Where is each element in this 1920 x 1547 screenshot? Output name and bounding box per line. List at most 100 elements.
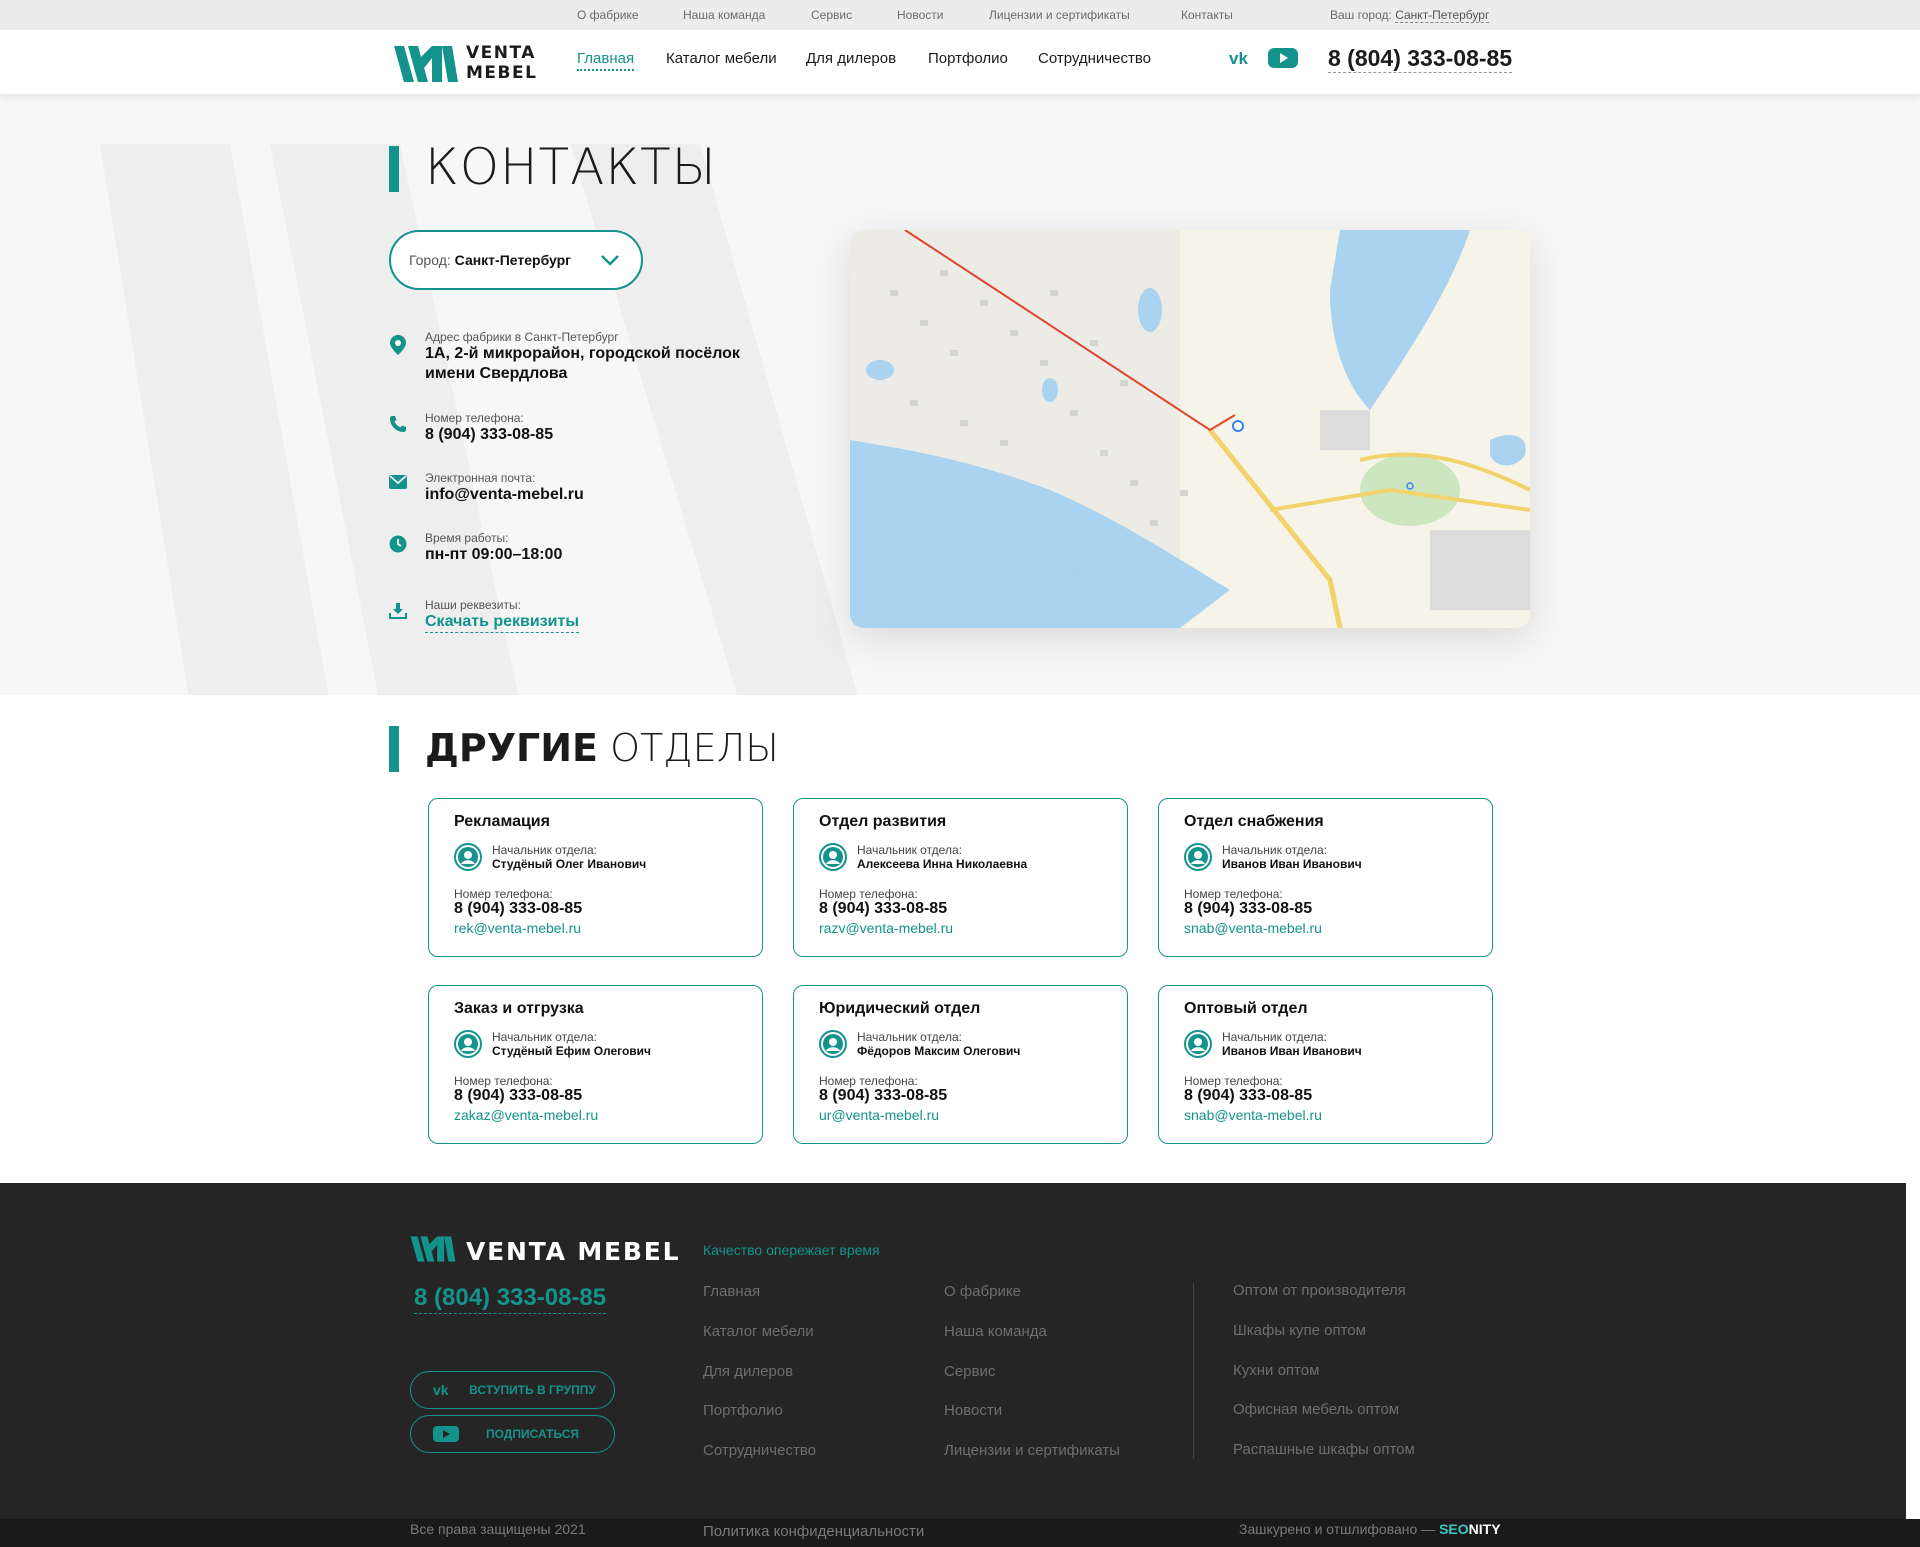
phone-icon: [390, 416, 406, 432]
page-title: КОНТАКТЫ: [425, 138, 717, 196]
footer-divider: [1193, 1283, 1194, 1459]
city-label: Ваш город:: [1330, 8, 1392, 22]
department-head-label: Начальник отдела:: [857, 1030, 962, 1044]
clock-icon: [389, 535, 407, 553]
vk-join-button[interactable]: vk ВСТУПИТЬ В ГРУППУ: [410, 1371, 615, 1409]
department-name: Отдел снабжения: [1184, 813, 1324, 830]
department-card: Юридический отдел Начальник отдела: Фёдоро…: [793, 985, 1128, 1144]
toplink-service[interactable]: Сервис: [811, 8, 852, 22]
department-head-name: Студёный Олег Иванович: [492, 857, 647, 871]
department-phone-label: Номер телефона:: [454, 1074, 553, 1088]
contacts-section: КОНТАКТЫ Город: Санкт-Петербург Адрес фа…: [0, 94, 1920, 695]
user-avatar-icon: [1184, 1030, 1212, 1058]
departments-title-light: ОТДЕЛЫ: [610, 726, 779, 770]
department-phone[interactable]: 8 (904) 333-08-85: [1184, 1087, 1312, 1105]
youtube-icon[interactable]: [1268, 44, 1298, 77]
toplink-contacts[interactable]: Контакты: [1181, 8, 1233, 22]
footer-link-wardrobes[interactable]: Шкафы купе оптом: [1233, 1322, 1366, 1339]
header-phone[interactable]: 8 (804) 333-08-85: [1328, 44, 1513, 73]
department-name: Рекламация: [454, 813, 550, 830]
nav-portfolio[interactable]: Портфолио: [928, 50, 1008, 67]
city-select-value: Санкт-Петербург: [454, 252, 572, 268]
city-value[interactable]: Санкт-Петербург: [1395, 8, 1490, 23]
map-canvas[interactable]: [850, 230, 1530, 628]
toplink-team[interactable]: Наша команда: [683, 8, 765, 22]
footer-link-dealers[interactable]: Для дилеров: [703, 1363, 793, 1380]
department-head-name: Студёный Ефим Олегович: [492, 1044, 652, 1058]
download-requisites-link[interactable]: Скачать реквизиты: [425, 612, 580, 633]
departments-title-bold: ДРУГИЕ: [425, 726, 598, 770]
footer-link-service[interactable]: Сервис: [944, 1363, 995, 1380]
department-phone[interactable]: 8 (904) 333-08-85: [819, 1087, 947, 1105]
footer-phone[interactable]: 8 (804) 333-08-85: [414, 1283, 607, 1314]
location-pin-icon: [390, 335, 406, 355]
toplink-licenses[interactable]: Лицензии и сертификаты: [989, 8, 1130, 22]
hours-label: Время работы:: [425, 531, 509, 545]
youtube-subscribe-label: ПОДПИСАТЬСЯ: [486, 1427, 579, 1441]
city-chooser[interactable]: Ваш город: Санкт-Петербург: [1330, 8, 1490, 23]
toplink-news[interactable]: Новости: [897, 8, 943, 22]
seonity-link[interactable]: SEONITY: [1439, 1521, 1500, 1537]
department-phone[interactable]: 8 (904) 333-08-85: [819, 900, 947, 918]
footer-link-cooperation[interactable]: Сотрудничество: [703, 1442, 816, 1459]
credit-text: Зашкурено и отшлифовано —: [1239, 1521, 1436, 1537]
toplink-about[interactable]: О фабрике: [577, 8, 639, 22]
department-email[interactable]: snab@venta-mebel.ru: [1184, 1107, 1322, 1123]
department-head-name: Иванов Иван Иванович: [1222, 1044, 1362, 1058]
youtube-subscribe-button[interactable]: ПОДПИСАТЬСЯ: [410, 1415, 615, 1453]
department-card: Оптовый отдел Начальник отдела: Иванов Ива…: [1158, 985, 1493, 1144]
footer-link-licenses[interactable]: Лицензии и сертификаты: [944, 1442, 1120, 1459]
logo-text-mebel: MEBEL: [466, 63, 538, 83]
footer-link-office[interactable]: Офисная мебель оптом: [1233, 1401, 1399, 1418]
user-avatar-icon: [819, 1030, 847, 1058]
nav-cooperation[interactable]: Сотрудничество: [1038, 50, 1151, 67]
footer-link-wholesale[interactable]: Оптом от производителя: [1233, 1282, 1406, 1299]
phone-value[interactable]: 8 (904) 333-08-85: [425, 425, 765, 445]
footer-link-catalog[interactable]: Каталог мебели: [703, 1323, 814, 1340]
footer-link-team[interactable]: Наша команда: [944, 1323, 1047, 1340]
department-head-label: Начальник отдела:: [1222, 1030, 1327, 1044]
logo[interactable]: VENTA MEBEL: [394, 42, 538, 84]
copyright: Все права защищены 2021: [410, 1521, 586, 1537]
privacy-policy-link[interactable]: Политика конфиденциальности: [703, 1523, 924, 1540]
department-phone[interactable]: 8 (904) 333-08-85: [1184, 900, 1312, 918]
department-phone[interactable]: 8 (904) 333-08-85: [454, 900, 582, 918]
department-email[interactable]: snab@venta-mebel.ru: [1184, 920, 1322, 936]
map[interactable]: [850, 230, 1530, 628]
department-email[interactable]: razv@venta-mebel.ru: [819, 920, 953, 936]
footer-tagline: Качество опережает время: [703, 1242, 880, 1258]
svg-text:vk: vk: [1229, 49, 1248, 68]
city-select-label: Город: Санкт-Петербург: [409, 252, 572, 268]
department-head-name: Алексеева Инна Николаевна: [857, 857, 1028, 871]
footer-link-swing-wardrobes[interactable]: Распашные шкафы оптом: [1233, 1441, 1415, 1458]
user-avatar-icon: [454, 843, 482, 871]
phone-label: Номер телефона:: [425, 411, 524, 425]
departments-accent-bar: [389, 726, 399, 772]
footer: VENTA MEBEL 8 (804) 333-08-85 vk ВСТУПИТ…: [0, 1183, 1906, 1519]
title-accent-bar: [389, 146, 399, 192]
department-name: Заказ и отгрузка: [454, 1000, 584, 1017]
vk-icon[interactable]: vk: [1228, 44, 1256, 77]
nav-dealers[interactable]: Для дилеров: [806, 50, 896, 67]
department-email[interactable]: ur@venta-mebel.ru: [819, 1107, 939, 1123]
mail-icon: [389, 475, 407, 489]
footer-link-news[interactable]: Новости: [944, 1402, 1002, 1419]
department-card: Отдел снабжения Начальник отдела: Иванов И…: [1158, 798, 1493, 957]
nav-home[interactable]: Главная: [577, 50, 635, 71]
credit: Зашкурено и отшлифовано — SEONITY: [1239, 1521, 1501, 1537]
footer-logo[interactable]: VENTA MEBEL: [410, 1235, 679, 1268]
footer-link-home[interactable]: Главная: [703, 1283, 760, 1300]
vk-join-label: ВСТУПИТЬ В ГРУППУ: [469, 1383, 596, 1397]
footer-link-portfolio[interactable]: Портфолио: [703, 1402, 783, 1419]
nav-catalog[interactable]: Каталог мебели: [666, 50, 777, 67]
footer-link-about[interactable]: О фабрике: [944, 1283, 1021, 1300]
department-email[interactable]: rek@venta-mebel.ru: [454, 920, 581, 936]
email-value[interactable]: info@venta-mebel.ru: [425, 485, 765, 505]
department-head-label: Начальник отдела:: [492, 1030, 597, 1044]
requisites-label: Наши реквезиты:: [425, 598, 521, 612]
city-select[interactable]: Город: Санкт-Петербург: [389, 230, 643, 290]
chevron-down-icon: [601, 255, 619, 266]
footer-link-kitchens[interactable]: Кухни оптом: [1233, 1362, 1319, 1379]
department-email[interactable]: zakaz@venta-mebel.ru: [454, 1107, 598, 1123]
department-phone[interactable]: 8 (904) 333-08-85: [454, 1087, 582, 1105]
